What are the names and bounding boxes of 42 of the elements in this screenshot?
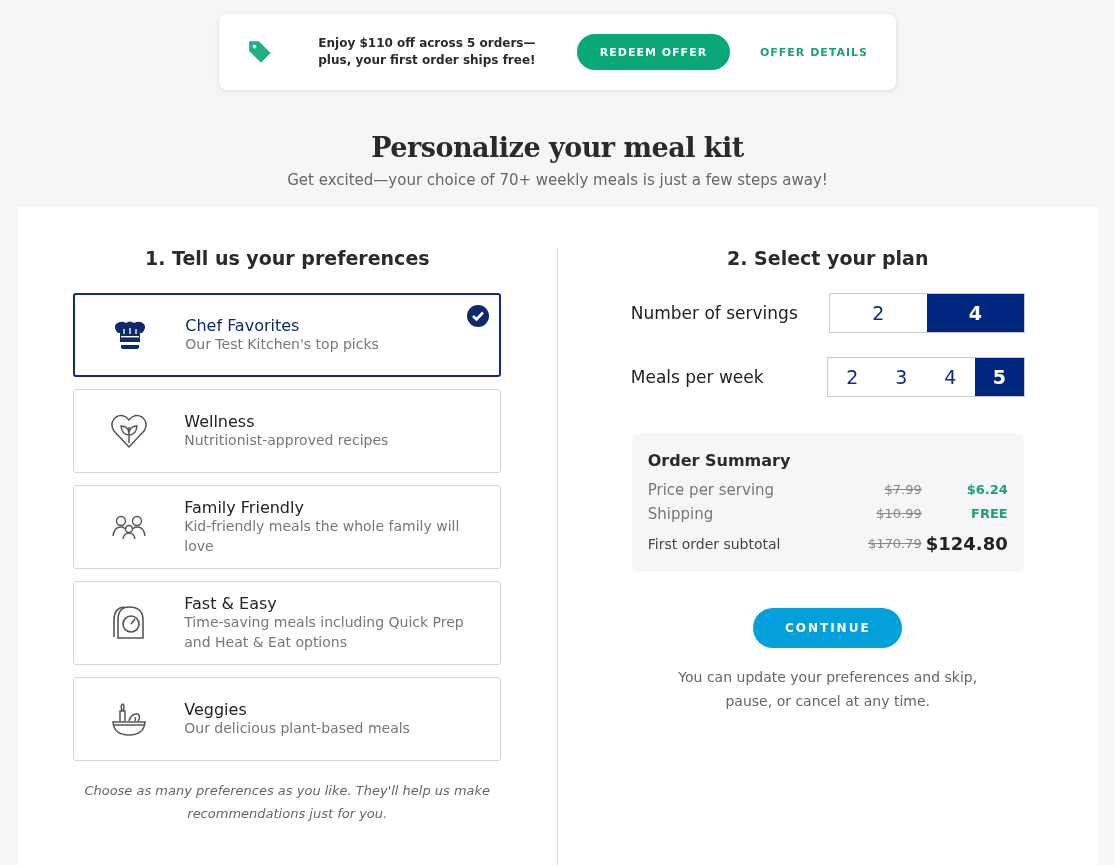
preference-card[interactable]: Fast & Easy Time-saving meals including Quick Prep and Heat & Eat options [73, 581, 502, 665]
summary-label: Price per serving [647, 480, 776, 501]
section-title: 1. Tell us your preferences [144, 247, 430, 269]
preferences-note: Choose as many preferences as you like. They'll help us make recommendations just for you. [83, 782, 492, 824]
discounted-price: $124.80 [924, 532, 1008, 556]
preference-description: Our delicious plant-based meals [184, 718, 410, 738]
summary-label: Shipping [647, 504, 715, 525]
original-price: $10.99 [876, 505, 922, 523]
preference-name: Veggies [184, 699, 248, 719]
family-icon [111, 514, 148, 540]
preference-description: Nutritionist-approved recipes [184, 430, 389, 450]
original-price: $7.99 [884, 481, 922, 499]
original-price: $170.79 [868, 535, 922, 553]
plan-note: You can update your preferences and skip, pause, or cancel at any time. [677, 668, 978, 711]
salad-bowl-icon [111, 700, 148, 738]
preference-name: Fast & Easy [184, 593, 278, 613]
option-label: Meals per week [630, 367, 764, 387]
page-subtitle: Get excited—your choice of 70+ weekly meals is just a few steps away! [287, 171, 828, 189]
preference-card[interactable]: Veggies Our delicious plant-based meals [73, 677, 502, 761]
summary-title: Order Summary [647, 451, 792, 470]
section-title: 2. Select your plan [727, 247, 929, 269]
preference-name: Family Friendly [184, 497, 305, 517]
preference-description: Time-saving meals including Quick Prep and Heat & Eat options [184, 612, 465, 652]
preference-name: Wellness [184, 411, 256, 431]
preference-card[interactable]: Wellness Nutritionist-approved recipes [73, 389, 502, 473]
discounted-price: $6.24 [965, 481, 1008, 499]
check-icon [467, 305, 490, 327]
preference-card[interactable]: Family Friendly Kid-friendly meals the whole family will love [73, 485, 502, 569]
preference-description: Our Test Kitchen's top picks [185, 334, 379, 354]
preference-description: Kid-friendly meals the whole family will love [184, 516, 461, 556]
page-title: Personalize your meal kit [371, 132, 744, 163]
discounted-price: FREE [970, 505, 1008, 523]
option-choice[interactable]: 4 [926, 294, 1024, 332]
preference-name: Chef Favorites [185, 315, 301, 335]
tag-icon [247, 39, 273, 65]
option-choice[interactable]: 5 [974, 358, 1024, 396]
chef-hat-icon [113, 320, 148, 350]
heart-leaf-icon [110, 413, 149, 449]
option-label: Number of servings [630, 303, 798, 323]
preference-card[interactable]: Chef Favorites Our Test Kitchen's top picks [73, 293, 502, 377]
promo-message: Enjoy $110 off across 5 orders—plus, your first order ships free! [317, 34, 537, 69]
summary-label: First order subtotal [647, 535, 782, 554]
